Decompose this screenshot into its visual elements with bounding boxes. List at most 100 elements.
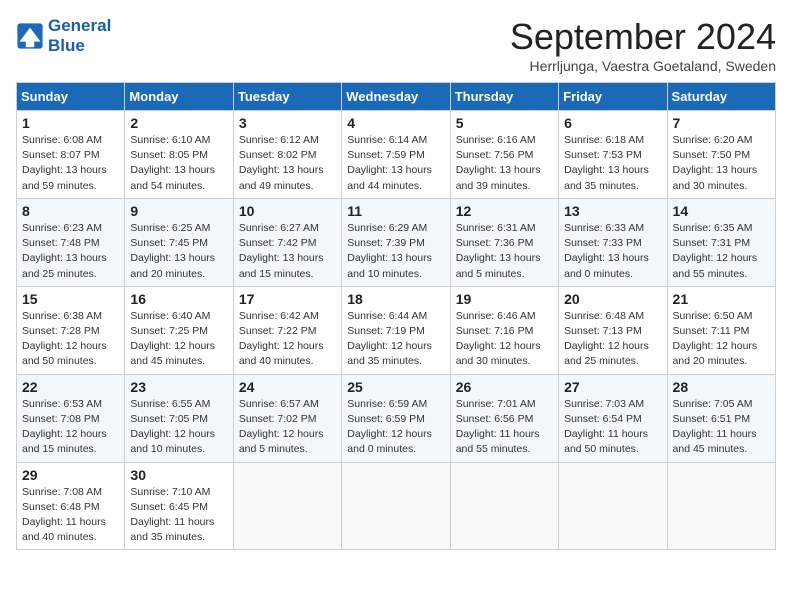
day-number: 19 <box>456 291 553 307</box>
calendar-cell <box>559 462 667 550</box>
calendar-cell: 13 Sunrise: 6:33 AMSunset: 7:33 PMDaylig… <box>559 198 667 286</box>
header-thursday: Thursday <box>450 83 558 111</box>
day-info: Sunrise: 7:01 AMSunset: 6:56 PMDaylight:… <box>456 398 540 456</box>
calendar-cell <box>450 462 558 550</box>
calendar-cell: 11 Sunrise: 6:29 AMSunset: 7:39 PMDaylig… <box>342 198 450 286</box>
calendar-cell: 29 Sunrise: 7:08 AMSunset: 6:48 PMDaylig… <box>17 462 125 550</box>
calendar-week-row: 15 Sunrise: 6:38 AMSunset: 7:28 PMDaylig… <box>17 286 776 374</box>
calendar-header-row: SundayMondayTuesdayWednesdayThursdayFrid… <box>17 83 776 111</box>
day-info: Sunrise: 6:42 AMSunset: 7:22 PMDaylight:… <box>239 310 324 368</box>
calendar-week-row: 1 Sunrise: 6:08 AMSunset: 8:07 PMDayligh… <box>17 111 776 199</box>
day-number: 5 <box>456 115 553 131</box>
calendar-cell: 12 Sunrise: 6:31 AMSunset: 7:36 PMDaylig… <box>450 198 558 286</box>
day-info: Sunrise: 6:08 AMSunset: 8:07 PMDaylight:… <box>22 134 107 192</box>
day-info: Sunrise: 6:18 AMSunset: 7:53 PMDaylight:… <box>564 134 649 192</box>
calendar-cell: 9 Sunrise: 6:25 AMSunset: 7:45 PMDayligh… <box>125 198 233 286</box>
header-sunday: Sunday <box>17 83 125 111</box>
calendar-week-row: 22 Sunrise: 6:53 AMSunset: 7:08 PMDaylig… <box>17 374 776 462</box>
day-info: Sunrise: 6:33 AMSunset: 7:33 PMDaylight:… <box>564 222 649 280</box>
day-number: 14 <box>673 203 770 219</box>
logo: General Blue <box>16 16 111 57</box>
day-number: 16 <box>130 291 227 307</box>
day-number: 13 <box>564 203 661 219</box>
calendar-cell: 1 Sunrise: 6:08 AMSunset: 8:07 PMDayligh… <box>17 111 125 199</box>
calendar-cell <box>667 462 775 550</box>
title-area: September 2024 Herrljunga, Vaestra Goeta… <box>510 16 776 74</box>
day-number: 22 <box>22 379 119 395</box>
day-info: Sunrise: 6:53 AMSunset: 7:08 PMDaylight:… <box>22 398 107 456</box>
header-wednesday: Wednesday <box>342 83 450 111</box>
logo-icon <box>16 22 44 50</box>
calendar-cell: 17 Sunrise: 6:42 AMSunset: 7:22 PMDaylig… <box>233 286 341 374</box>
month-title: September 2024 <box>510 16 776 58</box>
calendar-cell: 2 Sunrise: 6:10 AMSunset: 8:05 PMDayligh… <box>125 111 233 199</box>
day-info: Sunrise: 6:44 AMSunset: 7:19 PMDaylight:… <box>347 310 432 368</box>
calendar-cell: 3 Sunrise: 6:12 AMSunset: 8:02 PMDayligh… <box>233 111 341 199</box>
day-number: 20 <box>564 291 661 307</box>
day-info: Sunrise: 6:55 AMSunset: 7:05 PMDaylight:… <box>130 398 215 456</box>
day-info: Sunrise: 6:38 AMSunset: 7:28 PMDaylight:… <box>22 310 107 368</box>
calendar-cell: 28 Sunrise: 7:05 AMSunset: 6:51 PMDaylig… <box>667 374 775 462</box>
day-info: Sunrise: 6:25 AMSunset: 7:45 PMDaylight:… <box>130 222 215 280</box>
day-info: Sunrise: 6:48 AMSunset: 7:13 PMDaylight:… <box>564 310 649 368</box>
day-info: Sunrise: 6:35 AMSunset: 7:31 PMDaylight:… <box>673 222 758 280</box>
header-friday: Friday <box>559 83 667 111</box>
day-number: 25 <box>347 379 444 395</box>
day-info: Sunrise: 6:23 AMSunset: 7:48 PMDaylight:… <box>22 222 107 280</box>
day-info: Sunrise: 6:20 AMSunset: 7:50 PMDaylight:… <box>673 134 758 192</box>
day-number: 21 <box>673 291 770 307</box>
calendar-cell: 30 Sunrise: 7:10 AMSunset: 6:45 PMDaylig… <box>125 462 233 550</box>
day-number: 29 <box>22 467 119 483</box>
calendar-cell <box>342 462 450 550</box>
calendar-cell: 27 Sunrise: 7:03 AMSunset: 6:54 PMDaylig… <box>559 374 667 462</box>
location-subtitle: Herrljunga, Vaestra Goetaland, Sweden <box>510 58 776 74</box>
calendar-week-row: 29 Sunrise: 7:08 AMSunset: 6:48 PMDaylig… <box>17 462 776 550</box>
day-number: 10 <box>239 203 336 219</box>
calendar-cell: 19 Sunrise: 6:46 AMSunset: 7:16 PMDaylig… <box>450 286 558 374</box>
header-monday: Monday <box>125 83 233 111</box>
day-info: Sunrise: 6:59 AMSunset: 6:59 PMDaylight:… <box>347 398 432 456</box>
day-number: 30 <box>130 467 227 483</box>
calendar-cell: 15 Sunrise: 6:38 AMSunset: 7:28 PMDaylig… <box>17 286 125 374</box>
calendar-cell: 21 Sunrise: 6:50 AMSunset: 7:11 PMDaylig… <box>667 286 775 374</box>
day-number: 24 <box>239 379 336 395</box>
calendar-cell: 16 Sunrise: 6:40 AMSunset: 7:25 PMDaylig… <box>125 286 233 374</box>
day-number: 7 <box>673 115 770 131</box>
day-info: Sunrise: 6:46 AMSunset: 7:16 PMDaylight:… <box>456 310 541 368</box>
day-number: 15 <box>22 291 119 307</box>
day-info: Sunrise: 7:08 AMSunset: 6:48 PMDaylight:… <box>22 486 106 544</box>
calendar-cell: 5 Sunrise: 6:16 AMSunset: 7:56 PMDayligh… <box>450 111 558 199</box>
day-number: 23 <box>130 379 227 395</box>
day-info: Sunrise: 7:05 AMSunset: 6:51 PMDaylight:… <box>673 398 757 456</box>
day-number: 12 <box>456 203 553 219</box>
calendar-cell: 22 Sunrise: 6:53 AMSunset: 7:08 PMDaylig… <box>17 374 125 462</box>
calendar-cell <box>233 462 341 550</box>
header-saturday: Saturday <box>667 83 775 111</box>
day-number: 9 <box>130 203 227 219</box>
day-info: Sunrise: 6:40 AMSunset: 7:25 PMDaylight:… <box>130 310 215 368</box>
day-info: Sunrise: 6:57 AMSunset: 7:02 PMDaylight:… <box>239 398 324 456</box>
calendar-cell: 14 Sunrise: 6:35 AMSunset: 7:31 PMDaylig… <box>667 198 775 286</box>
calendar-cell: 24 Sunrise: 6:57 AMSunset: 7:02 PMDaylig… <box>233 374 341 462</box>
calendar-cell: 7 Sunrise: 6:20 AMSunset: 7:50 PMDayligh… <box>667 111 775 199</box>
page-header: General Blue September 2024 Herrljunga, … <box>16 16 776 74</box>
calendar-cell: 20 Sunrise: 6:48 AMSunset: 7:13 PMDaylig… <box>559 286 667 374</box>
day-number: 2 <box>130 115 227 131</box>
day-info: Sunrise: 7:03 AMSunset: 6:54 PMDaylight:… <box>564 398 648 456</box>
calendar-cell: 25 Sunrise: 6:59 AMSunset: 6:59 PMDaylig… <box>342 374 450 462</box>
calendar-cell: 8 Sunrise: 6:23 AMSunset: 7:48 PMDayligh… <box>17 198 125 286</box>
day-number: 18 <box>347 291 444 307</box>
calendar-cell: 23 Sunrise: 6:55 AMSunset: 7:05 PMDaylig… <box>125 374 233 462</box>
day-number: 1 <box>22 115 119 131</box>
calendar-table: SundayMondayTuesdayWednesdayThursdayFrid… <box>16 82 776 550</box>
day-info: Sunrise: 6:14 AMSunset: 7:59 PMDaylight:… <box>347 134 432 192</box>
day-info: Sunrise: 7:10 AMSunset: 6:45 PMDaylight:… <box>130 486 214 544</box>
day-info: Sunrise: 6:27 AMSunset: 7:42 PMDaylight:… <box>239 222 324 280</box>
day-info: Sunrise: 6:12 AMSunset: 8:02 PMDaylight:… <box>239 134 324 192</box>
day-number: 11 <box>347 203 444 219</box>
day-number: 8 <box>22 203 119 219</box>
day-info: Sunrise: 6:31 AMSunset: 7:36 PMDaylight:… <box>456 222 541 280</box>
calendar-cell: 6 Sunrise: 6:18 AMSunset: 7:53 PMDayligh… <box>559 111 667 199</box>
calendar-cell: 10 Sunrise: 6:27 AMSunset: 7:42 PMDaylig… <box>233 198 341 286</box>
day-number: 4 <box>347 115 444 131</box>
